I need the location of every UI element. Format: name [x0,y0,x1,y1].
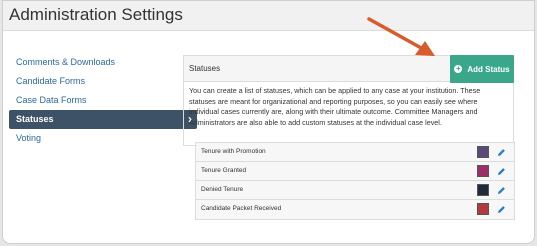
annotation-arrow-icon [367,17,435,56]
status-label: Tenure with Promotion [201,148,266,155]
status-label: Denied Tenure [201,186,244,193]
color-swatch[interactable] [477,146,489,158]
header: Administration Settings [3,1,534,31]
panel-description: You can create a list of statuses, which… [189,86,481,127]
add-status-label: Add Status [467,64,510,74]
sidebar-item-label: Case Data Forms [16,95,87,105]
sidebar-item-label: Statuses [16,114,54,124]
pencil-icon[interactable] [496,146,506,158]
status-label: Candidate Packet Received [201,205,282,212]
status-row: Tenure Granted [196,162,514,181]
sidebar-item-label: Comments & Downloads [16,57,116,67]
status-list: Tenure with Promotion Tenure Granted Den… [195,142,515,220]
sidebar-item-statuses[interactable]: Statuses › [9,110,197,129]
status-row: Tenure with Promotion [196,143,514,162]
plus-circle-icon: + [454,64,463,73]
settings-window: Administration Settings Comments & Downl… [2,0,535,244]
status-row: Denied Tenure [196,181,514,200]
sidebar-item-comments-downloads[interactable]: Comments & Downloads [9,53,197,72]
color-swatch[interactable] [477,184,489,196]
statuses-panel: Statuses + Add Status You can create a l… [183,55,514,146]
sidebar-item-case-data-forms[interactable]: Case Data Forms [9,91,197,110]
panel-title: Statuses [189,64,221,73]
pencil-icon[interactable] [496,184,506,196]
sidebar: Comments & Downloads Candidate Forms Cas… [9,53,197,148]
add-status-button[interactable]: + Add Status [450,55,514,83]
status-row: Candidate Packet Received [196,200,514,219]
pencil-icon[interactable] [496,165,506,177]
color-swatch[interactable] [477,203,489,215]
sidebar-item-label: Candidate Forms [16,76,86,86]
sidebar-item-candidate-forms[interactable]: Candidate Forms [9,72,197,91]
status-label: Tenure Granted [201,167,247,174]
page-title: Administration Settings [9,5,183,24]
color-swatch[interactable] [477,165,489,177]
pencil-icon[interactable] [496,203,506,215]
panel-header: Statuses + Add Status [184,55,514,83]
sidebar-item-voting[interactable]: Voting [9,129,197,148]
sidebar-item-label: Voting [16,133,42,143]
